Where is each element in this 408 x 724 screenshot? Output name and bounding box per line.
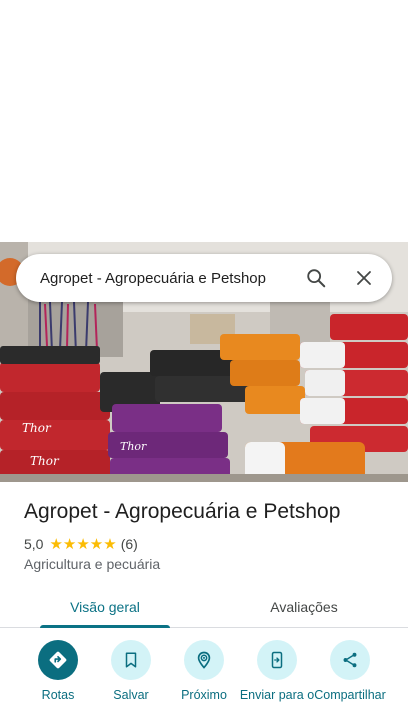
search-query[interactable]: Agropet - Agropecuária e Petshop — [16, 270, 292, 287]
search-icon[interactable] — [292, 254, 340, 302]
save-label: Salvar — [113, 688, 149, 702]
tab-reviews[interactable]: Avaliações — [210, 586, 398, 627]
svg-text:Thor: Thor — [120, 440, 147, 453]
send-to-phone-label: Enviar para o — [239, 688, 315, 702]
nearby-label: Próximo — [181, 688, 227, 702]
send-to-phone-icon — [257, 640, 297, 680]
star-rating-icon: ★★★★★ — [49, 536, 117, 553]
tab-overview[interactable]: Visão geral — [0, 586, 210, 628]
svg-text:Thor: Thor — [22, 421, 52, 435]
share-label: Compartilhar — [314, 688, 386, 702]
bookmark-icon — [111, 640, 151, 680]
directions-button[interactable]: Rotas — [18, 640, 98, 703]
rating-value: 5,0 — [24, 536, 44, 552]
share-button[interactable]: Compartilhar — [310, 640, 390, 703]
share-icon — [330, 640, 370, 680]
svg-text:Thor: Thor — [30, 454, 60, 468]
tab-bar: Visão geral Avaliações — [0, 586, 408, 628]
close-icon[interactable] — [340, 254, 388, 302]
nearby-icon — [184, 640, 224, 680]
rating-row[interactable]: 5,0 ★★★★★ (6) — [24, 535, 138, 553]
directions-label: Rotas — [41, 688, 75, 702]
place-category: Agricultura e pecuária — [24, 556, 161, 572]
nearby-button[interactable]: Próximo — [164, 640, 244, 703]
place-title: Agropet - Agropecuária e Petshop — [24, 500, 341, 523]
action-bar: Rotas Salvar Próximo Enviar para o Compa… — [0, 640, 408, 724]
map-blank-area — [0, 0, 408, 242]
review-count: (6) — [120, 536, 138, 552]
send-to-phone-button[interactable]: Enviar para o — [237, 640, 317, 703]
directions-icon — [38, 640, 78, 680]
save-button[interactable]: Salvar — [91, 640, 171, 703]
search-bar[interactable]: Agropet - Agropecuária e Petshop — [16, 254, 392, 302]
